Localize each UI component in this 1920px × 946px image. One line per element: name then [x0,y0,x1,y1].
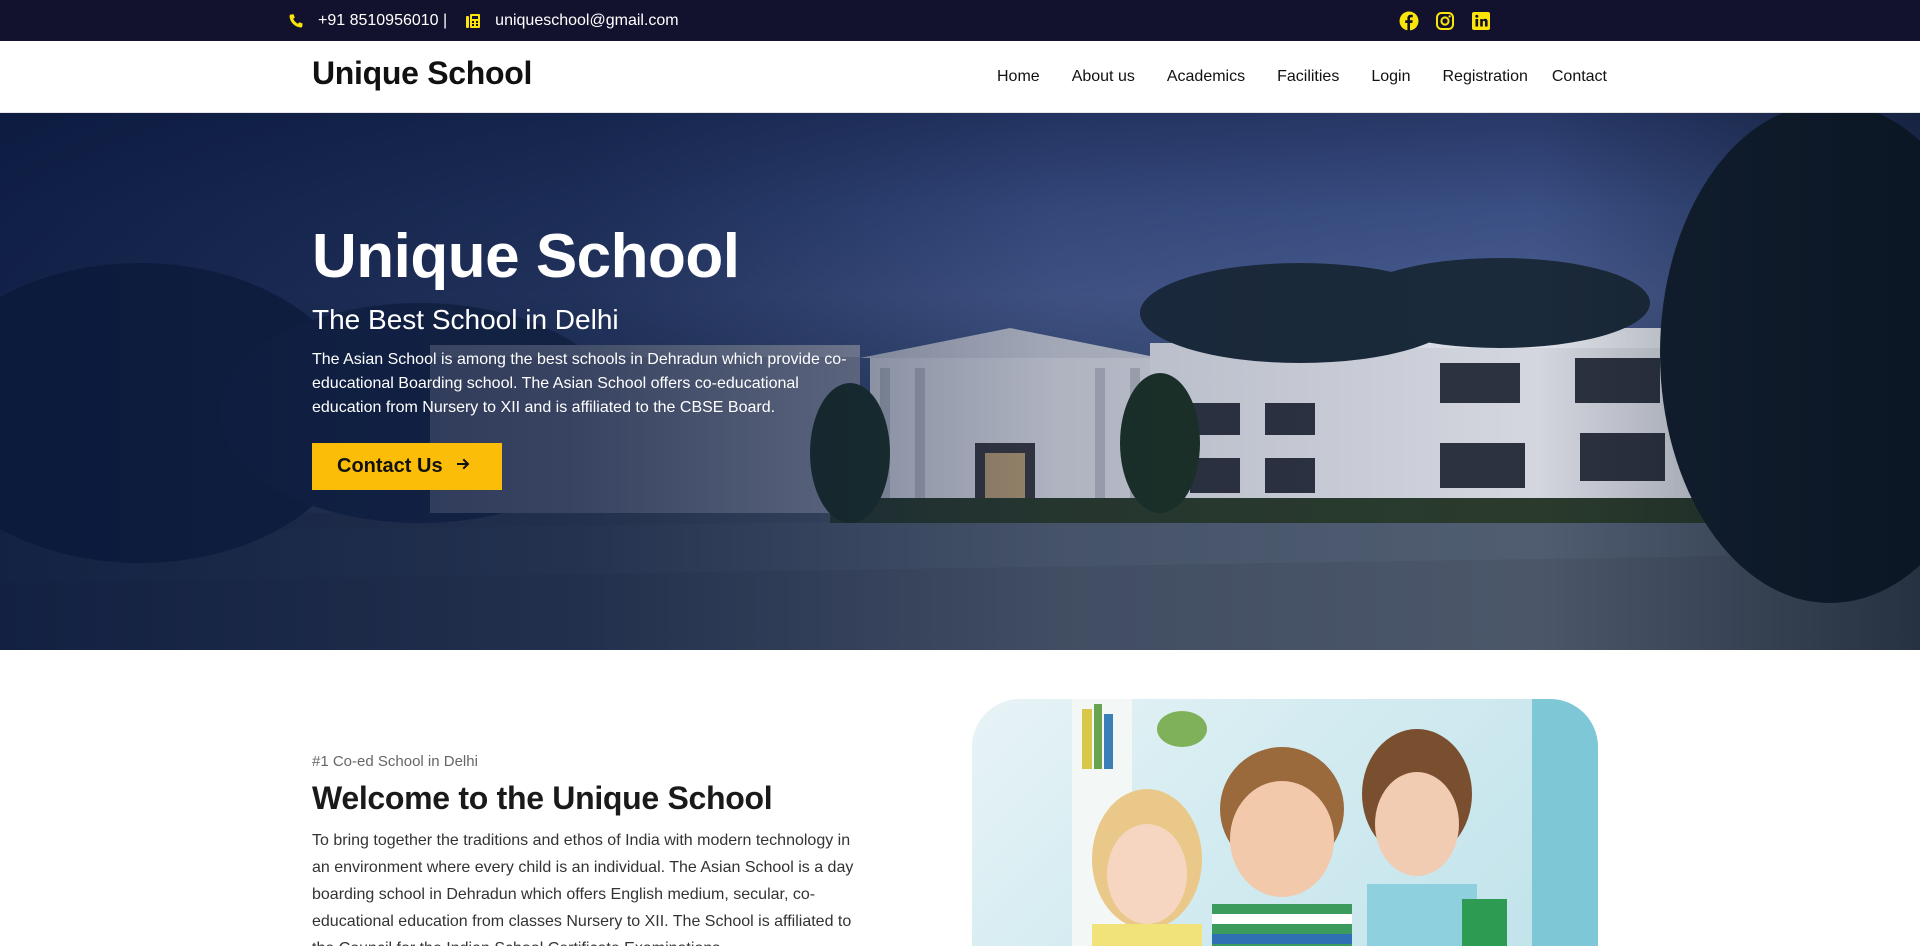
ranking-tag: #1 Co-ed School in Delhi [312,753,478,770]
nav-home[interactable]: Home [981,68,1056,86]
hero-subtitle: The Best School in Delhi [312,304,619,336]
nav-login[interactable]: Login [1355,68,1426,86]
welcome-title: Welcome to the Unique School [312,780,773,816]
main-navbar: Unique School Home About us Academics Fa… [0,41,1920,113]
email-address[interactable]: uniqueschool@gmail.com [495,12,678,30]
students-photo [972,699,1598,946]
arrow-right-icon [455,455,471,478]
instagram-icon[interactable] [1435,11,1455,31]
nav-academics[interactable]: Academics [1151,68,1261,86]
contact-info: +91 8510956010 | uniqueschool@gmail.com [288,0,679,41]
contact-us-label: Contact Us [337,455,443,478]
hero-title: Unique School [312,222,740,291]
hero-content: Unique School The Best School in Delhi T… [312,220,872,491]
site-logo[interactable]: Unique School [312,55,532,92]
fax-icon [465,13,481,29]
nav-facilities[interactable]: Facilities [1261,68,1355,86]
nav-about-us[interactable]: About us [1056,68,1151,86]
main-nav: Home About us Academics Facilities Login… [981,41,1607,113]
welcome-section: #1 Co-ed School in Delhi Welcome to the … [312,753,872,946]
phone-icon [288,13,304,29]
hero-overlay [0,113,1920,650]
linkedin-icon[interactable] [1471,11,1491,31]
contact-us-button[interactable]: Contact Us [312,443,502,491]
social-links [1399,11,1491,31]
facebook-icon[interactable] [1399,11,1419,31]
nav-registration[interactable]: Registration [1426,68,1539,86]
top-info-bar: +91 8510956010 | uniqueschool@gmail.com [0,0,1920,41]
phone-number[interactable]: +91 8510956010 | [318,12,447,30]
nav-contact[interactable]: Contact [1540,68,1607,86]
hero-description: The Asian School is among the best schoo… [312,351,847,417]
hero-banner: Unique School The Best School in Delhi T… [0,113,1920,650]
welcome-text: To bring together the traditions and eth… [312,832,854,946]
